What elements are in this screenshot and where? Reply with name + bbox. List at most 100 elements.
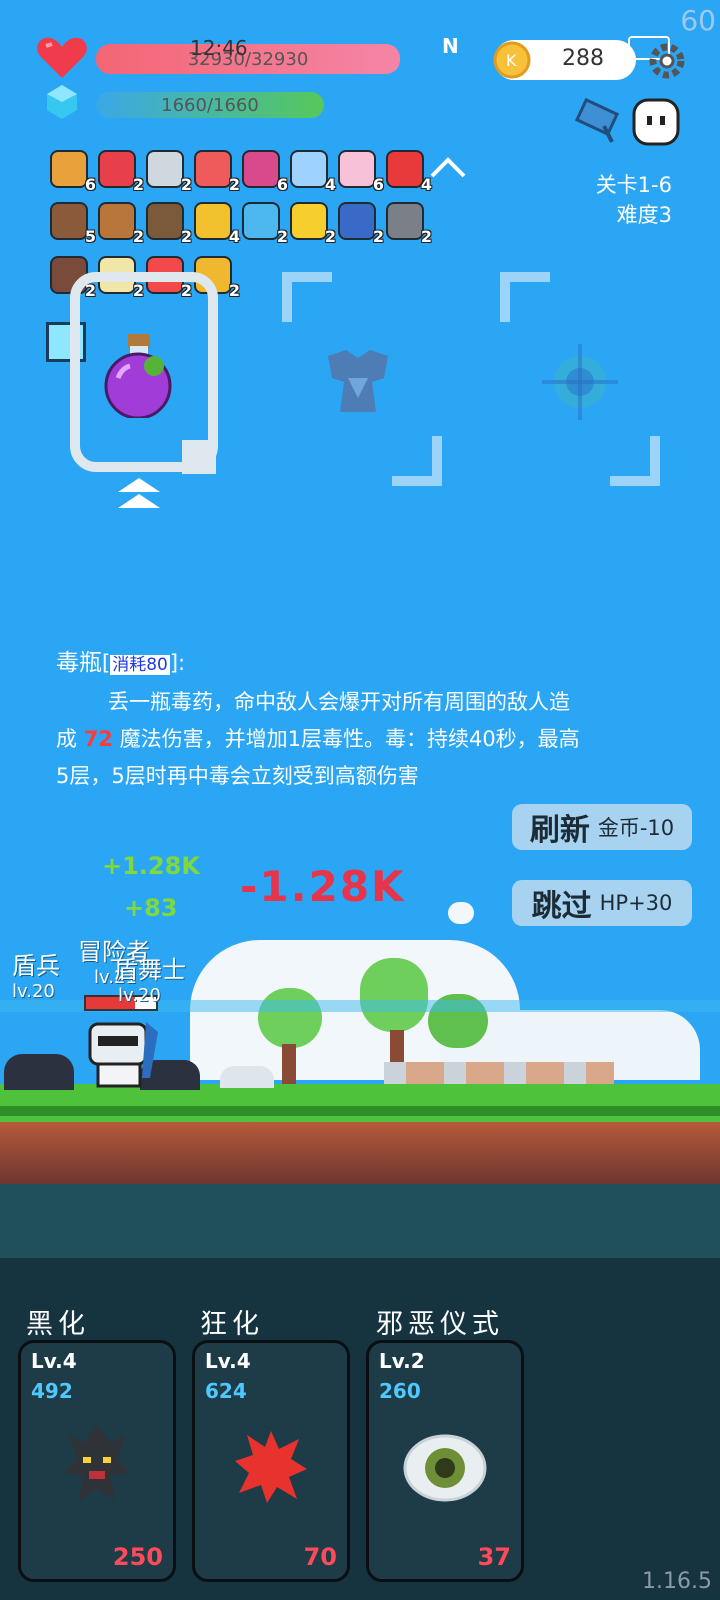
shield-icon bbox=[50, 202, 88, 240]
watermelon-icon bbox=[194, 150, 232, 188]
unit-shield-dancer: 盾舞士 lv.20 bbox=[114, 950, 186, 1006]
tarot-card-icon bbox=[338, 202, 376, 240]
poison-bottle-icon bbox=[104, 334, 172, 418]
eye-icon bbox=[403, 1434, 487, 1502]
status-time: 12:46 bbox=[190, 36, 248, 60]
mp-text: 1660/1660 bbox=[161, 94, 259, 116]
speech-bubble-icon bbox=[242, 202, 280, 240]
inventory-item[interactable]: 4 bbox=[286, 146, 336, 194]
stage-difficulty: 难度3 bbox=[616, 203, 672, 227]
inventory-item[interactable]: 2 bbox=[142, 146, 192, 194]
nfc-icon: N bbox=[442, 34, 459, 58]
map-sign-icon[interactable] bbox=[574, 98, 624, 144]
skill-name-colon: : bbox=[178, 651, 186, 675]
jam-jar-icon bbox=[242, 150, 280, 188]
mp-bar: 1660/1660 bbox=[96, 92, 324, 118]
coconut-icon bbox=[146, 202, 184, 240]
heal-extra: +83 bbox=[124, 894, 178, 922]
inventory-item[interactable]: 2 bbox=[94, 198, 144, 246]
slot-corner-tab bbox=[182, 440, 216, 474]
skill-value: 260 bbox=[379, 1379, 421, 1403]
water bbox=[0, 1184, 720, 1264]
refresh-cost: 金币-10 bbox=[597, 816, 675, 840]
version-label: 1.16.5 bbox=[642, 1569, 712, 1594]
collapse-chevron-icon[interactable] bbox=[428, 156, 468, 180]
skill-price: 250 bbox=[112, 1543, 163, 1571]
skill-value: 492 bbox=[31, 1379, 73, 1403]
red-splat-icon bbox=[235, 1431, 307, 1503]
discount-tag-icon bbox=[98, 150, 136, 188]
skill-card-2[interactable]: Lv.4 624 70 bbox=[192, 1340, 350, 1582]
coin-icon: K bbox=[493, 41, 531, 79]
inventory-item[interactable]: 2 bbox=[94, 146, 144, 194]
inventory-item[interactable]: 2 bbox=[238, 198, 288, 246]
skill-price: 37 bbox=[477, 1543, 511, 1571]
unit-level: lv.20 bbox=[118, 985, 161, 1006]
sword-icon bbox=[146, 150, 184, 188]
unit-shield-soldier: 盾兵 lv.20 bbox=[12, 946, 60, 1002]
skill-card-3[interactable]: Lv.2 260 37 bbox=[366, 1340, 524, 1582]
inventory-item[interactable]: 2 bbox=[142, 198, 192, 246]
desc-line-1: 丢一瓶毒药，命中敌人会爆开对所有周围的敌人造 bbox=[108, 690, 570, 714]
inventory-item[interactable]: 2 bbox=[190, 146, 240, 194]
desc-line-2: 成 72 魔法伤害，并增加1层毒性。毒：持续40秒，最高 bbox=[56, 721, 676, 758]
inventory-item[interactable]: 2 bbox=[286, 198, 336, 246]
crown-icon bbox=[194, 202, 232, 240]
inventory-item[interactable]: 6 bbox=[46, 146, 96, 194]
slot3-corner-br bbox=[610, 436, 660, 486]
crosshair-icon[interactable] bbox=[540, 342, 620, 422]
gem-icon bbox=[47, 85, 77, 119]
damage-number: -1.28K bbox=[240, 862, 406, 911]
item-count: 2 bbox=[228, 281, 240, 300]
skip-button[interactable]: 跳过 HP+30 bbox=[512, 880, 692, 926]
armor-icon[interactable] bbox=[322, 348, 394, 414]
inventory-item[interactable]: 2 bbox=[334, 198, 384, 246]
dirt bbox=[0, 1122, 720, 1188]
sun-orb-icon bbox=[290, 202, 328, 240]
adventurer-knight-sprite bbox=[88, 1022, 158, 1088]
inventory-item[interactable]: 2 bbox=[382, 198, 432, 246]
desc-line-3: 5层，5层时再中毒会立刻受到高额伤害 bbox=[56, 764, 419, 788]
refresh-label: 刷新 bbox=[529, 813, 590, 848]
skill-name: 毒瓶 bbox=[56, 650, 102, 676]
heal-number: +1.28K bbox=[102, 852, 200, 880]
tree-2 bbox=[360, 958, 428, 1032]
apple-icon bbox=[386, 150, 424, 188]
hp-text: 32930/32930 bbox=[187, 48, 309, 70]
skill-level: Lv.4 bbox=[31, 1349, 77, 1373]
expand-up-arrows-icon[interactable] bbox=[116, 476, 162, 512]
svg-text:K: K bbox=[506, 51, 517, 70]
fps-counter: 60 bbox=[680, 4, 716, 37]
skill-cost: 消耗80 bbox=[110, 655, 170, 675]
helmet-icon bbox=[386, 202, 424, 240]
skill-card-1[interactable]: Lv.4 492 250 bbox=[18, 1340, 176, 1582]
inventory-item[interactable]: 6 bbox=[334, 146, 384, 194]
tree bbox=[258, 988, 322, 1048]
inventory-item[interactable]: 4 bbox=[382, 146, 432, 194]
rock bbox=[220, 1066, 274, 1088]
skip-label: 跳过 bbox=[531, 889, 592, 924]
stage-level: 关卡1-6 bbox=[595, 173, 672, 197]
inventory-item[interactable]: 5 bbox=[46, 198, 96, 246]
refresh-button[interactable]: 刷新 金币-10 bbox=[512, 804, 692, 850]
hp-bar: 32930/32930 bbox=[96, 44, 400, 74]
skill-value: 624 bbox=[205, 1379, 247, 1403]
desc-line-2a: 成 bbox=[56, 727, 84, 751]
skill-title-2: 狂化 bbox=[200, 1309, 264, 1340]
drumstick-icon bbox=[98, 202, 136, 240]
skill-level: Lv.2 bbox=[379, 1349, 425, 1373]
star-card-icon bbox=[290, 150, 328, 188]
tree-trunk bbox=[282, 1044, 296, 1084]
skip-bonus: HP+30 bbox=[599, 891, 673, 915]
skill-price: 70 bbox=[303, 1543, 337, 1571]
ice-cream-icon bbox=[338, 150, 376, 188]
item-count: 2 bbox=[420, 227, 432, 246]
dark-tree-icon bbox=[63, 1425, 131, 1501]
inventory-item[interactable]: 6 bbox=[238, 146, 288, 194]
shield-soldier-sprite bbox=[4, 1054, 74, 1090]
settings-gear-icon[interactable] bbox=[646, 40, 688, 82]
inventory-item[interactable]: 4 bbox=[190, 198, 240, 246]
unit-name: 盾舞士 bbox=[114, 956, 186, 984]
ghost-icon[interactable] bbox=[630, 96, 682, 148]
slot2-corner-br bbox=[392, 436, 442, 486]
